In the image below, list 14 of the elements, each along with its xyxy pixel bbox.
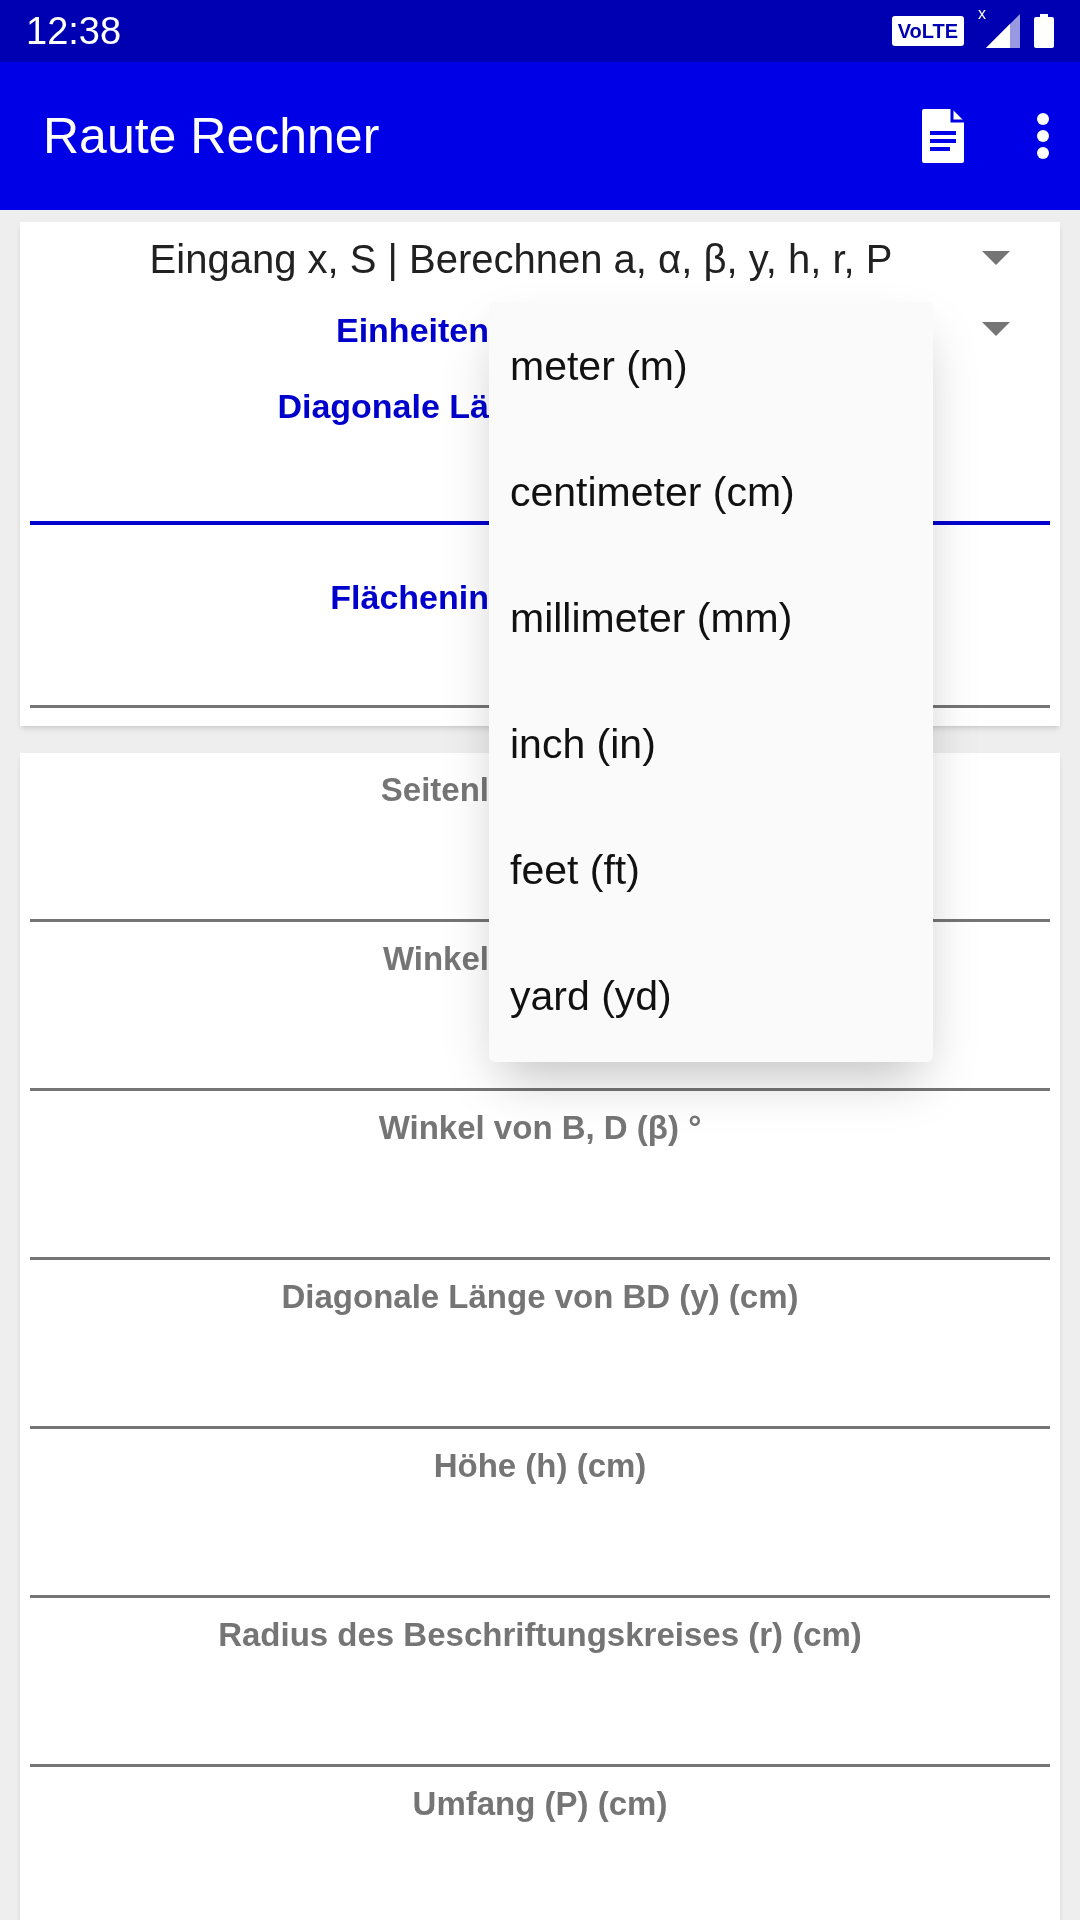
app-title: Raute Rechner [43,106,380,166]
field-label: Diagonale Länge von BD (y) (cm) [281,1277,799,1317]
volte-badge: VoLTE [891,16,964,46]
field-label: Umfang (P) (cm) [412,1784,668,1824]
clock: 12:38 [26,8,122,54]
field-label: Radius des Beschriftungskreises (r) (cm) [218,1615,862,1655]
signal-mark: x [978,6,986,22]
field-label: Winkel von B, D (β) ° [378,1108,702,1148]
field-label: Diagonale Lä [277,386,489,427]
field-label: Winkel [382,939,489,979]
field-label: Flächenin [330,576,489,618]
units-label: Einheiten [335,309,489,351]
field-label: Höhe (h) (cm) [433,1446,647,1486]
field-label: Seitenl [380,770,489,810]
